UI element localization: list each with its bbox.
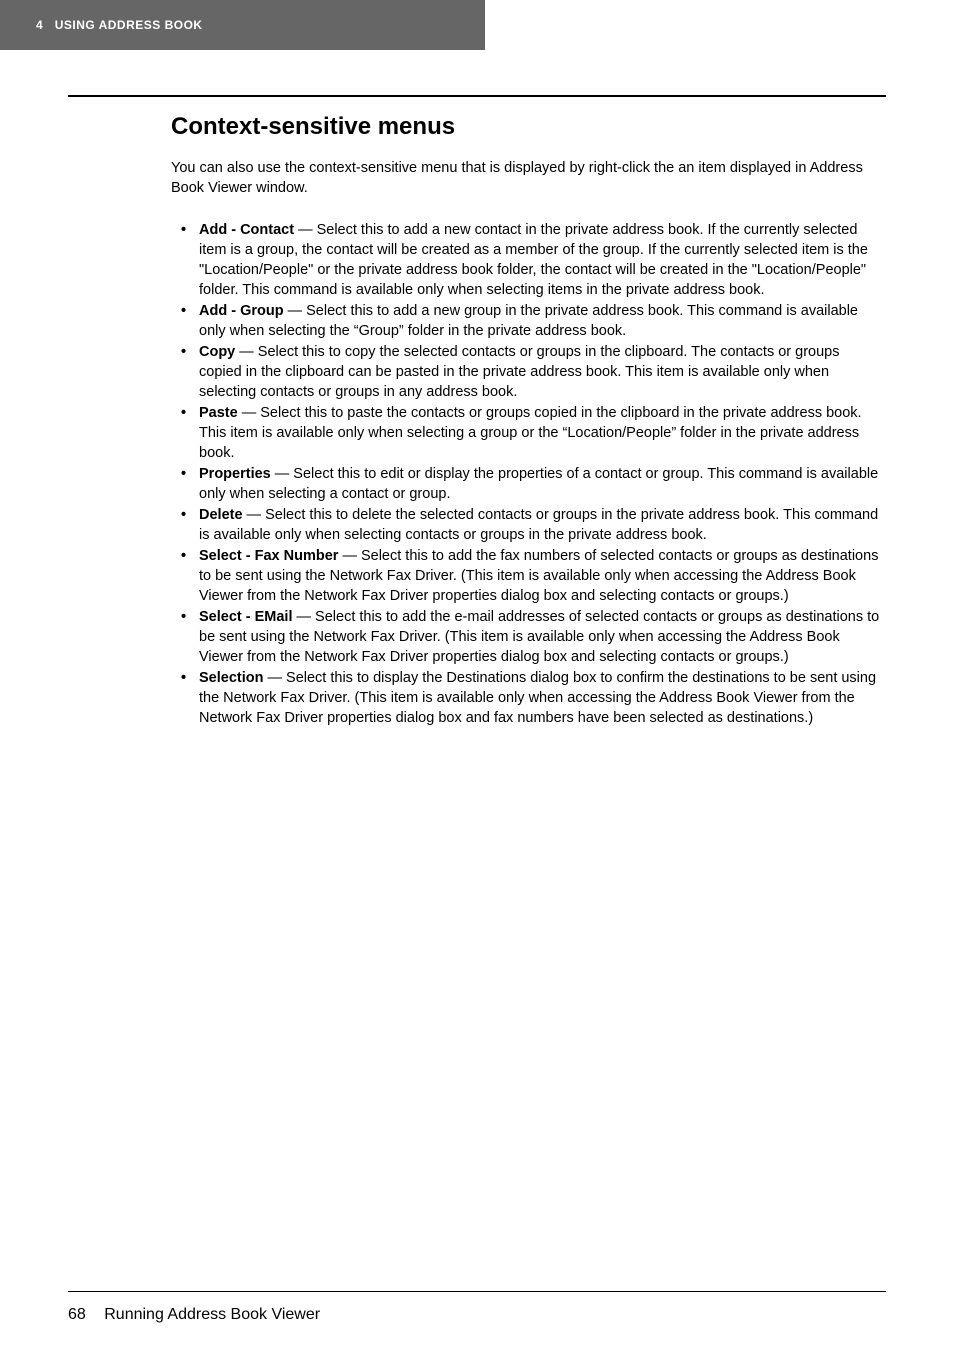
list-item-desc: — Select this to paste the contacts or g… [199,405,862,461]
horizontal-rule-bottom [68,1291,886,1292]
list-item: Add - Contact — Select this to add a new… [199,220,886,300]
list-item-desc: — Select this to add a new contact in th… [199,222,868,298]
list-item-desc: — Select this to display the Destination… [199,670,876,726]
list-item-desc: — Select this to delete the selected con… [199,507,878,543]
intro-paragraph: You can also use the context-sensitive m… [171,159,886,198]
list-item-desc: — Select this to copy the selected conta… [199,344,839,400]
list-item: Properties — Select this to edit or disp… [199,464,886,504]
list-item-term: Select - EMail [199,609,292,625]
list-item-term: Delete [199,507,243,523]
list-item-term: Copy [199,344,235,360]
list-item-term: Add - Group [199,303,284,319]
context-menu-list: Add - Contact — Select this to add a new… [171,220,886,728]
page-number: 68 [68,1306,86,1323]
list-item: Select - EMail — Select this to add the … [199,607,886,667]
list-item-term: Properties [199,466,271,482]
list-item-desc: — Select this to add the e-mail addresse… [199,609,879,665]
page-footer: 68 Running Address Book Viewer [68,1306,320,1324]
chapter-header: 4 USING ADDRESS BOOK [0,0,485,50]
list-item-term: Paste [199,405,238,421]
list-item: Delete — Select this to delete the selec… [199,505,886,545]
chapter-title: USING ADDRESS BOOK [55,18,203,32]
list-item: Paste — Select this to paste the contact… [199,403,886,463]
list-item-term: Selection [199,670,263,686]
list-item: Copy — Select this to copy the selected … [199,342,886,402]
list-item: Select - Fax Number — Select this to add… [199,546,886,606]
footer-section-name: Running Address Book Viewer [104,1306,320,1323]
horizontal-rule-top [68,95,886,97]
section-title: Context-sensitive menus [171,113,886,141]
list-item: Selection — Select this to display the D… [199,668,886,728]
list-item-term: Add - Contact [199,222,294,238]
list-item-term: Select - Fax Number [199,548,338,564]
list-item-desc: — Select this to add a new group in the … [199,303,858,339]
main-content: Context-sensitive menus You can also use… [171,113,886,729]
list-item-desc: — Select this to edit or display the pro… [199,466,878,502]
list-item: Add - Group — Select this to add a new g… [199,301,886,341]
chapter-number: 4 [36,18,43,32]
